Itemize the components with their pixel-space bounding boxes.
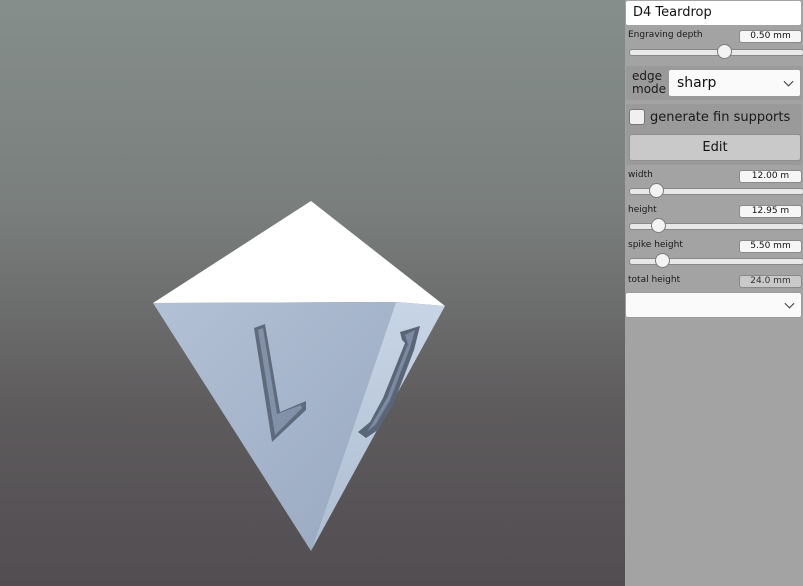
fin-supports-checkbox[interactable] xyxy=(629,109,645,125)
3d-viewport[interactable] xyxy=(0,0,625,586)
spike-height-slider[interactable] xyxy=(629,253,803,268)
fin-supports-label[interactable]: generate fin supports xyxy=(650,110,790,125)
engraving-depth-value[interactable]: 0.50 mm xyxy=(739,30,802,43)
d4-teardrop-model xyxy=(153,201,445,551)
model-title[interactable]: D4 Teardrop xyxy=(626,1,801,25)
edit-button[interactable]: Edit xyxy=(629,134,801,161)
spike-height-label: spike height xyxy=(628,240,683,250)
edge-mode-select[interactable]: sharp xyxy=(668,69,801,97)
height-label: height xyxy=(628,205,657,215)
spike-height-value[interactable]: 5.50 mm xyxy=(739,240,802,253)
chevron-down-icon xyxy=(783,76,794,87)
width-label: width xyxy=(628,170,653,180)
edge-mode-selected: sharp xyxy=(677,75,717,91)
top-face xyxy=(153,201,445,306)
height-slider-thumb[interactable] xyxy=(650,218,666,233)
total-height-label: total height xyxy=(628,275,681,285)
chevron-down-icon xyxy=(784,298,795,309)
height-slider[interactable] xyxy=(629,218,803,233)
engraving-depth-slider[interactable] xyxy=(629,44,803,59)
engraving-depth-slider-thumb[interactable] xyxy=(716,44,732,59)
edge-mode-label: edge mode xyxy=(632,69,667,96)
properties-panel: D4 Teardrop Engraving depth 0.50 mm edge… xyxy=(625,0,803,586)
width-slider-thumb[interactable] xyxy=(648,183,664,198)
width-slider[interactable] xyxy=(629,183,803,198)
engraving-depth-label: Engraving depth xyxy=(628,30,703,40)
bottom-select[interactable] xyxy=(625,292,802,318)
total-height-value: 24.0 mm xyxy=(739,275,802,288)
height-value[interactable]: 12.95 m xyxy=(739,205,802,218)
spike-height-slider-thumb[interactable] xyxy=(655,253,671,268)
width-value[interactable]: 12.00 m xyxy=(739,170,802,183)
